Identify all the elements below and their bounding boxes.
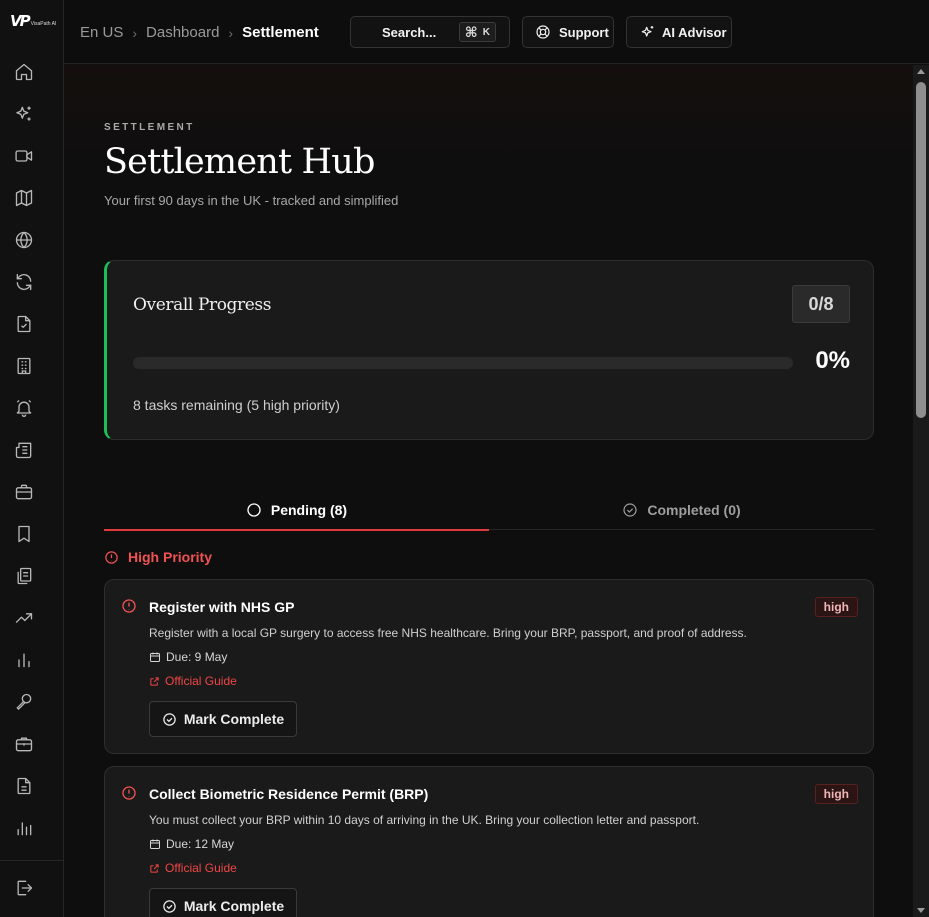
main-content: SETTLEMENT Settlement Hub Your first 90 …	[64, 65, 913, 917]
scroll-up-arrow-icon[interactable]	[917, 69, 925, 74]
newspaper-icon[interactable]	[14, 440, 34, 460]
progress-percent: 0%	[815, 347, 850, 374]
task-description: You must collect your BRP within 10 days…	[149, 813, 700, 827]
logo-text: VisaPath AI	[30, 21, 57, 27]
section-heading-label: High Priority	[128, 549, 213, 565]
sparkles-icon	[641, 26, 654, 37]
sidebar-divider	[0, 860, 64, 861]
chevron-right-icon: ›	[228, 24, 234, 41]
logout-icon[interactable]	[14, 878, 34, 898]
progress-count-badge: 0/8	[792, 285, 850, 323]
sparkles-icon[interactable]	[14, 104, 34, 124]
bar-chart-icon[interactable]	[14, 650, 34, 670]
tab-pending-label: Pending (8)	[270, 502, 348, 518]
home-icon[interactable]	[14, 62, 34, 82]
page-title: Settlement Hub	[104, 142, 375, 182]
shortcut-key: K	[482, 26, 490, 38]
trending-up-icon[interactable]	[14, 608, 34, 628]
video-icon[interactable]	[14, 146, 34, 166]
scrollbar-thumb[interactable]	[916, 82, 926, 418]
external-link-icon	[150, 676, 159, 686]
mark-complete-button[interactable]: Mark Complete	[149, 888, 297, 917]
external-link-icon	[150, 863, 159, 873]
ai-advisor-button[interactable]: AI Advisor	[626, 16, 732, 48]
progress-title: Overall Progress	[133, 295, 272, 315]
official-guide-link[interactable]: Official Guide	[149, 861, 237, 875]
task-card: Collect Biometric Residence Permit (BRP)…	[104, 766, 874, 917]
check-circle-icon	[623, 503, 637, 517]
task-tabs: Pending (8) Completed (0)	[104, 490, 874, 531]
search-label: Search...	[382, 24, 437, 40]
breadcrumb-locale[interactable]: En US	[80, 24, 123, 41]
official-guide-label: Official Guide	[165, 674, 237, 688]
alert-circle-icon	[122, 599, 136, 613]
briefcase-icon[interactable]	[14, 482, 34, 502]
task-due-label: Due: 12 May	[166, 837, 235, 851]
breadcrumb-current: Settlement	[242, 24, 319, 41]
top-bar: En US › Dashboard › Settlement Search...…	[64, 0, 929, 64]
bar-chart-alt-icon[interactable]	[14, 818, 34, 838]
support-label: Support	[559, 24, 609, 40]
mark-complete-label: Mark Complete	[183, 711, 285, 727]
task-description: Register with a local GP surgery to acce…	[149, 626, 747, 640]
check-circle-icon	[163, 712, 176, 726]
mark-complete-label: Mark Complete	[183, 898, 285, 914]
sidebar: VP VisaPath AI	[0, 0, 64, 917]
section-heading-high-priority: High Priority	[104, 549, 212, 565]
tab-completed-label: Completed (0)	[647, 502, 741, 518]
clipboard-icon[interactable]	[14, 566, 34, 586]
check-circle-icon	[163, 899, 176, 913]
lifebuoy-icon	[536, 25, 550, 39]
task-due: Due: 9 May	[149, 650, 227, 664]
alert-circle-icon	[122, 786, 136, 800]
priority-badge: high	[814, 784, 858, 804]
logo-mark: VP	[10, 12, 31, 30]
task-due: Due: 12 May	[149, 837, 234, 851]
document-check-icon[interactable]	[14, 314, 34, 334]
official-guide-link[interactable]: Official Guide	[149, 674, 237, 688]
tab-completed[interactable]: Completed (0)	[489, 490, 874, 530]
task-title: Collect Biometric Residence Permit (BRP)	[149, 786, 429, 802]
page-subtitle: Your first 90 days in the UK - tracked a…	[104, 193, 399, 208]
search-shortcut: ⌘ K	[458, 22, 496, 42]
command-key-icon: ⌘	[464, 23, 478, 40]
refresh-icon[interactable]	[14, 272, 34, 292]
globe-icon[interactable]	[14, 230, 34, 250]
calendar-icon	[150, 652, 160, 662]
scrollbar[interactable]	[913, 65, 929, 917]
advisor-label: AI Advisor	[662, 24, 727, 40]
breadcrumb-dashboard[interactable]: Dashboard	[146, 24, 219, 41]
tasks-remaining: 8 tasks remaining (5 high priority)	[133, 397, 340, 413]
breadcrumb: En US › Dashboard › Settlement	[80, 24, 319, 41]
page-eyebrow: SETTLEMENT	[104, 122, 195, 133]
search-button[interactable]: Search... ⌘ K	[350, 16, 510, 48]
briefcase-alt-icon[interactable]	[14, 734, 34, 754]
priority-badge: high	[814, 597, 858, 617]
map-icon[interactable]	[14, 188, 34, 208]
file-text-icon[interactable]	[14, 776, 34, 796]
progress-bar	[133, 357, 793, 369]
circle-icon	[247, 503, 261, 517]
microphone-icon[interactable]	[14, 692, 34, 712]
bookmark-icon[interactable]	[14, 524, 34, 544]
bell-icon[interactable]	[14, 398, 34, 418]
calendar-icon	[150, 839, 160, 849]
building-icon[interactable]	[14, 356, 34, 376]
app-logo[interactable]: VP VisaPath AI	[10, 12, 56, 30]
progress-card: Overall Progress 0/8 0% 8 tasks remainin…	[104, 260, 874, 440]
tab-pending[interactable]: Pending (8)	[104, 490, 489, 531]
support-button[interactable]: Support	[522, 16, 614, 48]
mark-complete-button[interactable]: Mark Complete	[149, 701, 297, 737]
scroll-down-arrow-icon[interactable]	[917, 908, 925, 913]
task-title: Register with NHS GP	[149, 599, 295, 615]
official-guide-label: Official Guide	[165, 861, 237, 875]
alert-circle-icon	[105, 550, 118, 564]
task-due-label: Due: 9 May	[166, 650, 228, 664]
task-card: Register with NHS GP high Register with …	[104, 579, 874, 754]
chevron-right-icon: ›	[132, 24, 138, 41]
